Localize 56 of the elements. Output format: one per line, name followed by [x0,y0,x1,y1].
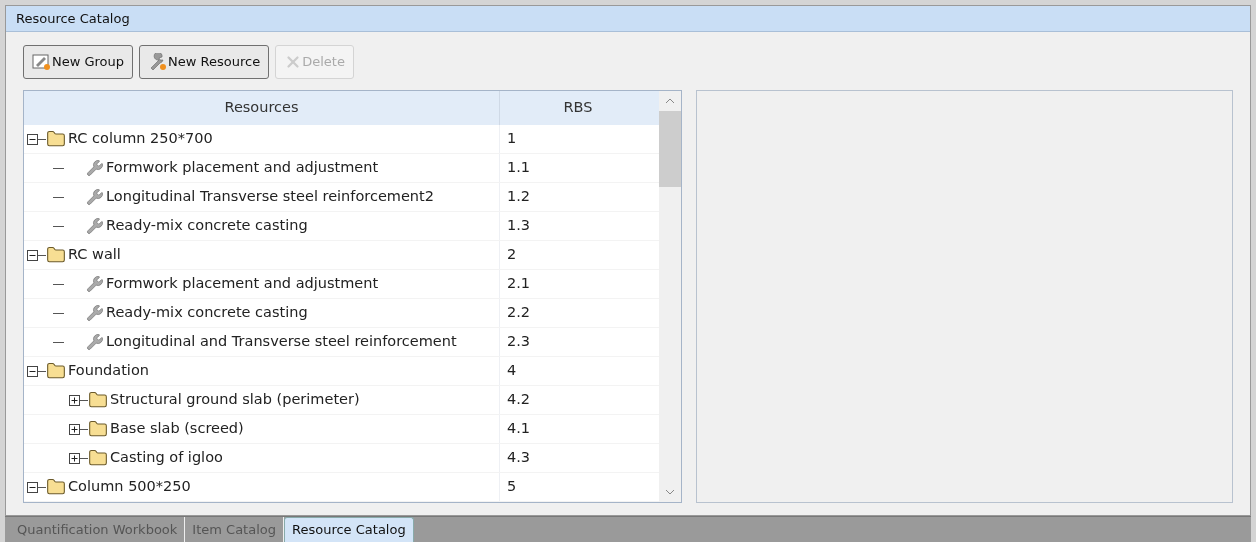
new-resource-icon [148,53,169,71]
rbs-cell-text: 4.2 [507,390,531,410]
collapse-icon[interactable] [27,133,38,145]
tree-item-label[interactable]: Column 500*250 [68,476,191,498]
wrench-icon [86,333,104,351]
wrench-icon [86,159,104,177]
rbs-cell-text: 1.2 [507,187,531,207]
rbs-cell-text: 2 [507,245,517,265]
wrench-icon [86,275,104,293]
scrollbar[interactable] [659,91,681,502]
expand-icon[interactable] [69,452,80,464]
rbs-cell-text: 4 [507,361,517,381]
tree-item-label[interactable]: Longitudinal Transverse steel reinforcement2 [106,186,434,208]
wrench-icon [86,304,104,322]
rbs-cell-text: 5 [507,477,517,497]
folder-icon [88,390,108,410]
column-header[interactable]: RBS [500,91,656,125]
collapse-icon[interactable] [27,481,38,493]
rbs-cell-text: 2.3 [507,332,531,352]
rbs-cell-text: 4.3 [507,448,531,468]
tree-item-label[interactable]: Casting of igloo [110,447,223,469]
wrench-icon [86,217,104,235]
tree-item-label[interactable]: Formwork placement and adjustment [106,273,379,295]
folder-icon [46,245,66,265]
rbs-cell-text: 1.1 [507,158,531,178]
tree-item-label[interactable]: Longitudinal and Transverse steel reinforcement [106,331,457,353]
wrench-icon [86,188,104,206]
window-title: Resource Catalog [16,9,130,28]
expand-icon[interactable] [69,423,80,435]
folder-icon [46,361,66,381]
folder-icon [88,448,108,468]
collapse-icon[interactable] [27,249,38,261]
tree-item-label[interactable]: RC wall [68,244,121,266]
rbs-cell-text: 1 [507,129,517,149]
tree-item-label[interactable]: RC column 250*700 [68,128,213,150]
rbs-cell-text: 2.1 [507,274,531,294]
rbs-cell-text: 1.3 [507,216,531,236]
toolbar-button[interactable]: New Resource [139,45,270,79]
tree-item-label[interactable]: Structural ground slab (perimeter) [110,389,360,411]
tree-item-label[interactable]: Foundation [68,360,149,382]
rbs-cell-text: 2.2 [507,303,531,323]
tab[interactable]: Resource Catalog [284,517,414,542]
folder-icon [88,419,108,439]
collapse-icon[interactable] [27,365,38,377]
tree-item-label[interactable]: Formwork placement and adjustment [106,157,379,179]
column-header[interactable]: Resources [24,91,500,125]
new-group-icon [32,53,52,71]
folder-icon [46,129,66,149]
expand-icon[interactable] [69,394,80,406]
toolbar-button[interactable]: New Group [23,45,134,79]
rbs-cell-text: 4.1 [507,419,531,439]
tree-item-label[interactable]: Ready-mix concrete casting [106,215,308,237]
folder-icon [46,477,66,497]
tree-item-label[interactable]: Base slab (screed) [110,418,244,440]
tree-item-label[interactable]: Ready-mix concrete casting [106,302,308,324]
scrollbar-thumb[interactable] [659,111,681,187]
